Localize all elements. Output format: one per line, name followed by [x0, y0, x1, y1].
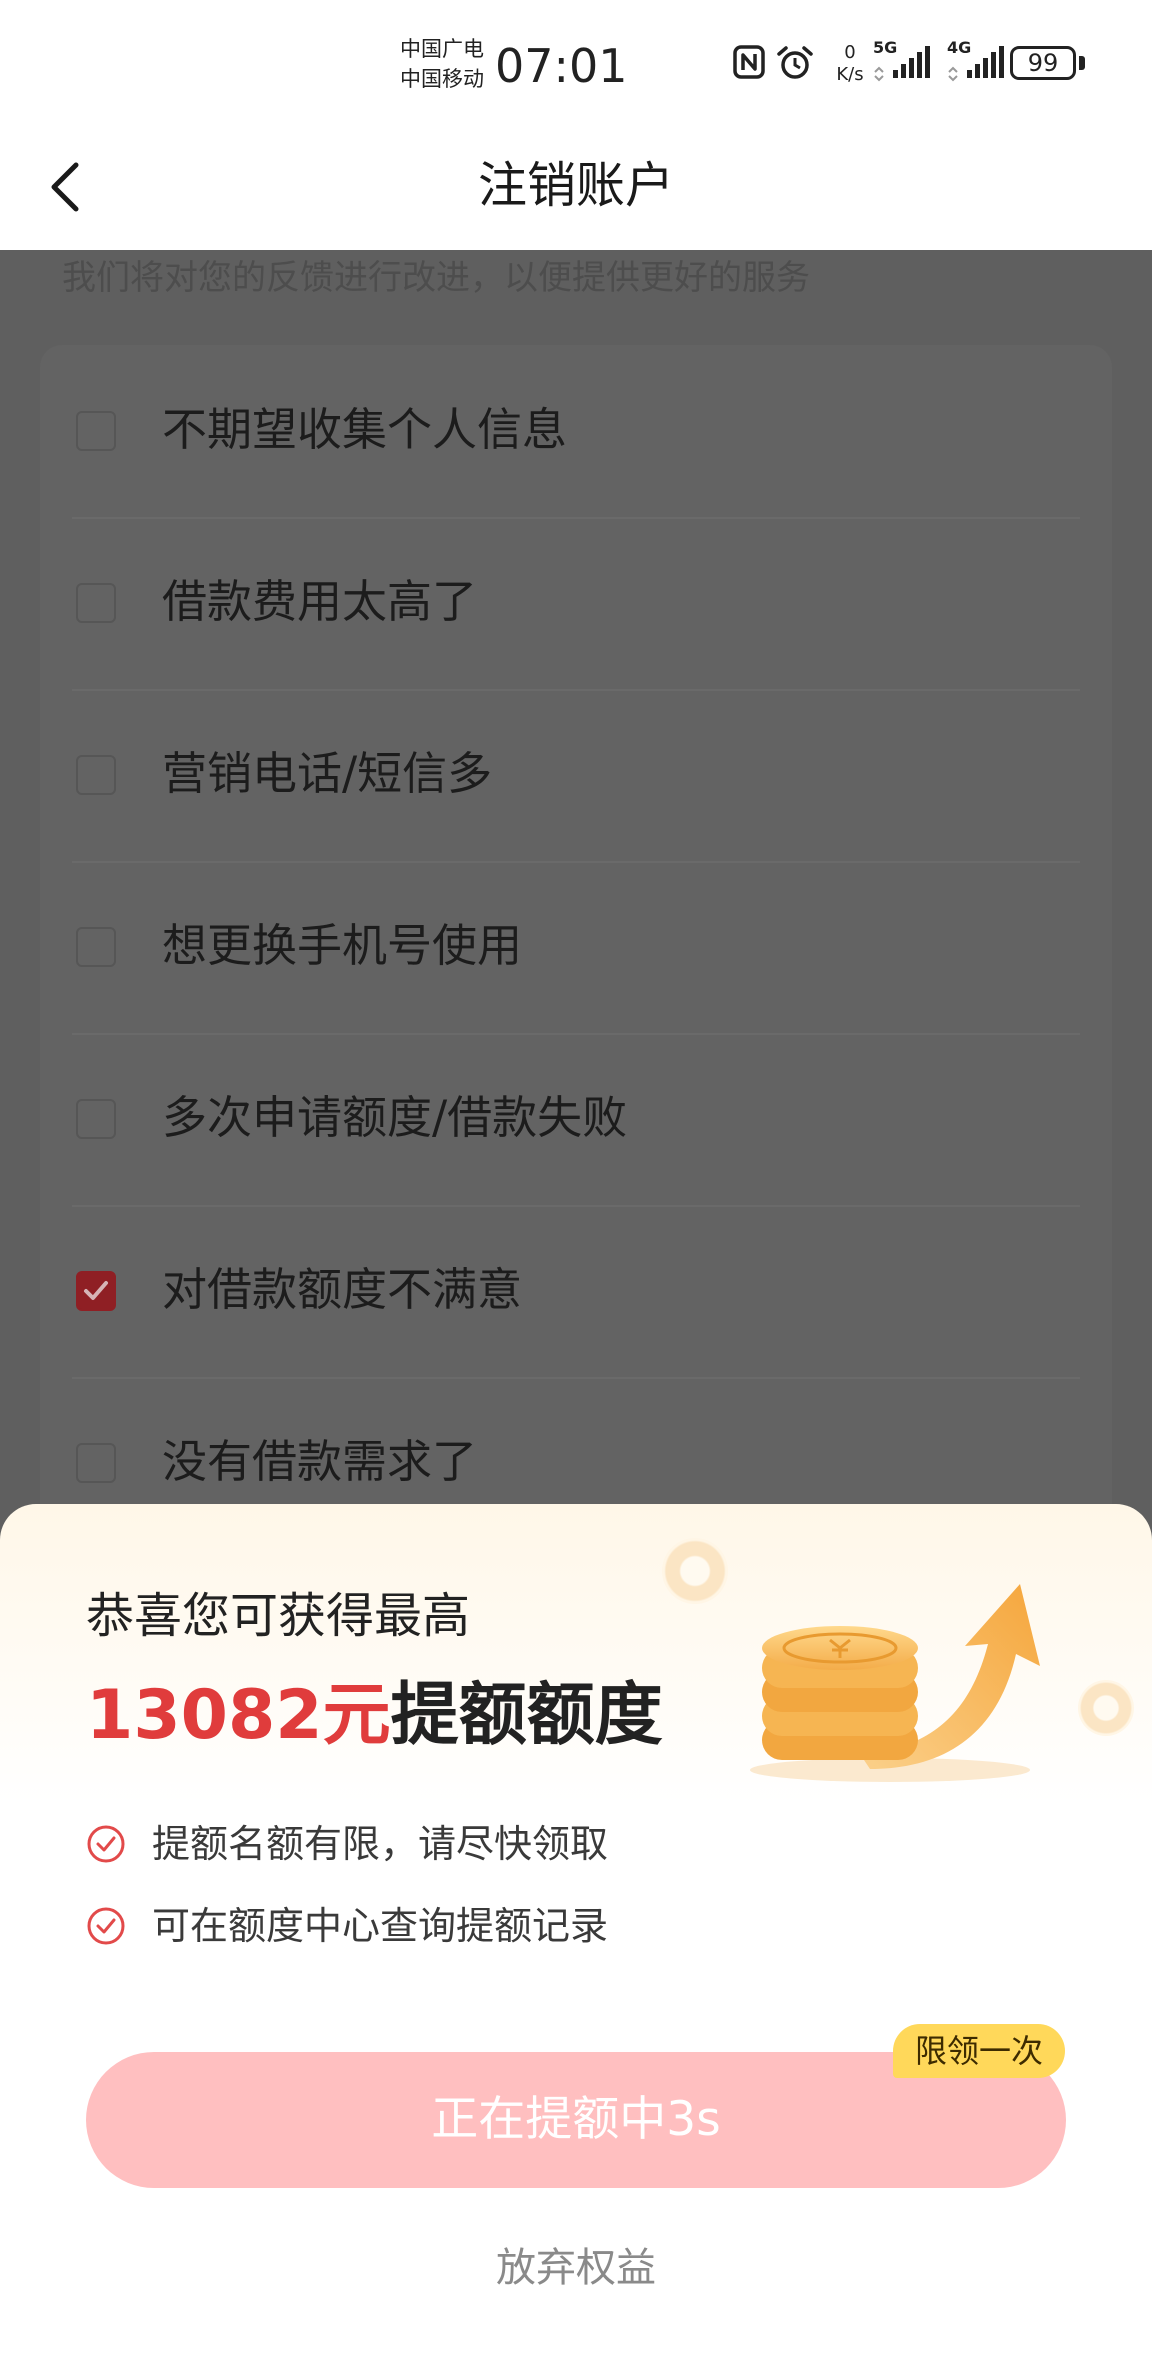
- battery-tip: [1079, 56, 1085, 70]
- check-circle-icon: [87, 1907, 125, 1945]
- checkbox[interactable]: [76, 927, 116, 967]
- net-speed: 0 K/s: [836, 42, 864, 85]
- reason-list: 不期望收集个人信息 借款费用太高了 营销电话/短信多 想更换手机号使用 多次申请…: [40, 345, 1112, 1645]
- alarm-icon: [777, 46, 813, 79]
- reason-item[interactable]: 营销电话/短信多: [72, 689, 1080, 863]
- limit-amount: 13082元: [86, 1676, 391, 1755]
- give-up-link[interactable]: 放弃权益: [0, 2240, 1152, 2296]
- reason-label: 不期望收集个人信息: [162, 403, 568, 456]
- perk-item: 可在额度中心查询提额记录: [86, 1896, 608, 1956]
- status-bar: 中国广电 中国移动 07:01 0 K/s 5G 4G 99: [0, 0, 1152, 130]
- limit-headline: 13082元提额额度: [86, 1674, 663, 1758]
- deco-circle: [662, 1538, 728, 1604]
- deco-circle: [1078, 1680, 1134, 1736]
- reason-item[interactable]: 不期望收集个人信息: [72, 345, 1080, 519]
- feedback-hint: 我们将对您的反馈进行改进，以便提供更好的服务: [62, 258, 810, 298]
- checkbox[interactable]: [76, 1443, 116, 1483]
- chevron-left-icon: [51, 162, 79, 212]
- reason-label: 对借款额度不满意: [162, 1263, 523, 1316]
- perk-text: 提额名额有限，请尽快领取: [152, 1822, 609, 1866]
- battery-icon: 99: [1010, 46, 1076, 80]
- back-button[interactable]: [30, 152, 100, 222]
- reason-label: 多次申请额度/借款失败: [162, 1091, 628, 1144]
- checkbox[interactable]: [76, 1099, 116, 1139]
- reason-item[interactable]: 想更换手机号使用: [72, 861, 1080, 1035]
- status-time: 07:01: [495, 39, 628, 93]
- carrier-1: 中国广电: [400, 37, 484, 61]
- congrats-text: 恭喜您可获得最高: [86, 1588, 471, 1644]
- checkbox[interactable]: [76, 411, 116, 451]
- carrier-2: 中国移动: [400, 67, 484, 91]
- checkbox-checked[interactable]: [76, 1271, 116, 1311]
- limit-suffix: 提额额度: [390, 1676, 663, 1755]
- carrier-labels: 中国广电 中国移动: [400, 34, 492, 94]
- reason-item[interactable]: 多次申请额度/借款失败: [72, 1033, 1080, 1207]
- perk-text: 可在额度中心查询提额记录: [152, 1904, 609, 1948]
- reason-item[interactable]: 对借款额度不满意: [72, 1205, 1080, 1379]
- check-icon: [84, 1281, 108, 1300]
- reason-label: 没有借款需求了: [162, 1435, 478, 1488]
- check-circle-icon: [87, 1825, 125, 1863]
- signal-5g-icon: 5G: [873, 38, 933, 84]
- coins-arrow-illustration: [750, 1584, 1040, 1782]
- perk-item: 提额名额有限，请尽快领取: [86, 1814, 608, 1874]
- limit-once-badge: 限领一次: [893, 2024, 1065, 2078]
- retention-sheet: 恭喜您可获得最高 13082元提额额度 提额名额有限，请尽快领取 可在额度中心查…: [0, 1504, 1152, 2376]
- page-title: 注销账户: [477, 157, 674, 214]
- checkbox[interactable]: [76, 755, 116, 795]
- reason-label: 借款费用太高了: [162, 575, 478, 628]
- nfc-icon: [733, 45, 765, 79]
- checkbox[interactable]: [76, 583, 116, 623]
- reason-label: 营销电话/短信多: [162, 747, 493, 800]
- top-bar: 中国广电 中国移动 07:01 0 K/s 5G 4G 99 注销账户: [0, 0, 1152, 250]
- reason-label: 想更换手机号使用: [162, 919, 523, 972]
- nav-header: 注销账户: [0, 130, 1152, 250]
- signal-4g-icon: 4G: [947, 38, 1007, 84]
- reason-item[interactable]: 借款费用太高了: [72, 517, 1080, 691]
